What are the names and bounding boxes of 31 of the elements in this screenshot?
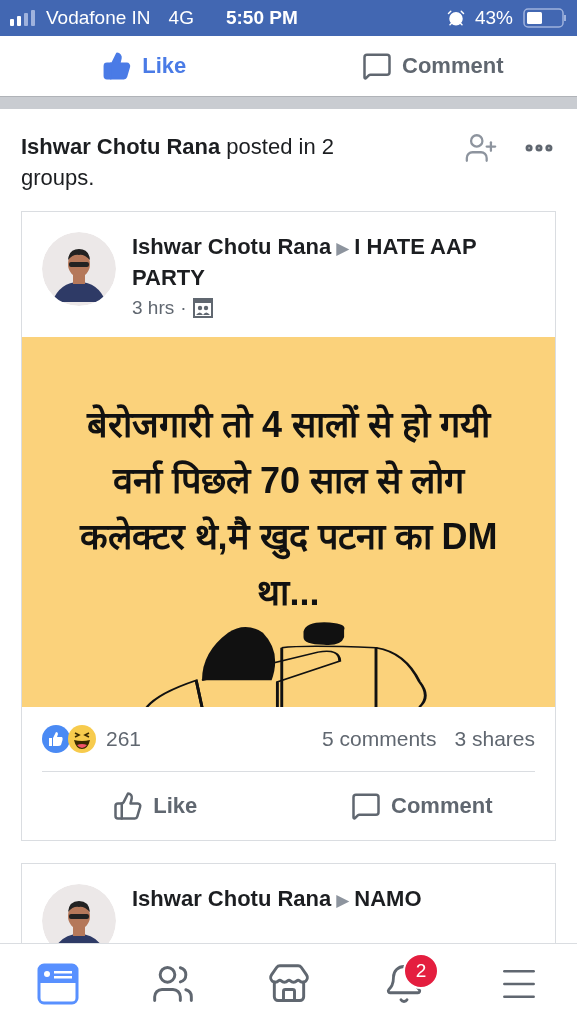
- like-button[interactable]: Like: [0, 43, 289, 89]
- network-type: 4G: [168, 7, 194, 29]
- signal-icon: [10, 10, 36, 26]
- comment-button[interactable]: Comment: [288, 783, 555, 829]
- battery-percent: 43%: [474, 7, 513, 29]
- post-time: 3 hrs: [132, 297, 175, 319]
- add-friend-icon[interactable]: [464, 131, 498, 165]
- post-text: बेरोजगारी तो 4 सालों से हो गयी वर्ना पिछले 70 साल से लोग कलेक्टर थे,मै खुद पटना का DM था...: [78, 403, 499, 615]
- alarm-icon: [446, 9, 465, 27]
- thumbs-up-icon: [102, 51, 133, 81]
- notification-badge: 2: [402, 953, 439, 989]
- carrier-name: Vodafone IN: [46, 7, 151, 29]
- news-feed-icon: [36, 963, 79, 1005]
- laughing-face-icon: [68, 725, 96, 753]
- reaction-count: 261: [106, 727, 142, 751]
- like-reaction-icon: [42, 725, 70, 753]
- comment-button[interactable]: Comment: [288, 43, 577, 89]
- tab-bar-item[interactable]: 2: [346, 953, 462, 1015]
- separator-dot: ·: [180, 297, 187, 319]
- share-count[interactable]: 3 shares: [454, 727, 535, 751]
- comment-count[interactable]: 5 comments: [322, 727, 437, 751]
- battery-icon: [523, 8, 567, 28]
- clock-time: 5:50 PM: [225, 7, 298, 29]
- speech-bubble-icon: [362, 51, 392, 81]
- story-headline: Ishwar Chotu Rana posted in 2 groups.: [21, 133, 335, 192]
- group-icon: [192, 298, 213, 318]
- thumbs-up-icon: [113, 791, 144, 821]
- post-heading[interactable]: Ishwar Chotu Rana ▶ I HATE AAP PARTY: [132, 232, 535, 293]
- post-heading[interactable]: Ishwar Chotu Rana ▶ NAMO: [132, 884, 422, 915]
- like-button[interactable]: Like: [22, 783, 289, 829]
- speech-bubble-icon: [351, 791, 381, 821]
